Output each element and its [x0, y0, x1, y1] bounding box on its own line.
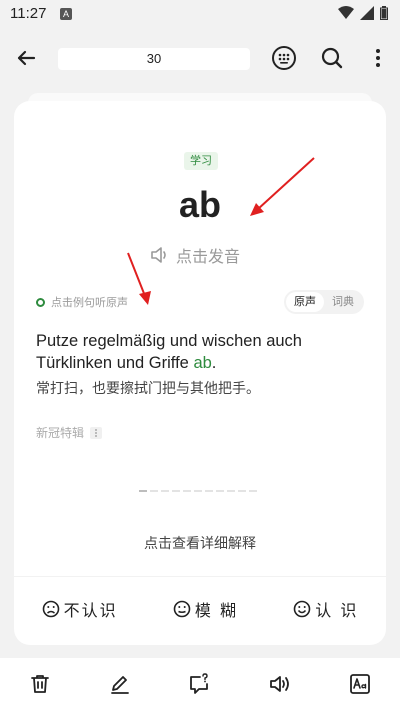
rating-bar: 不认识 模 糊 认 识 — [14, 588, 386, 630]
page-dot — [139, 490, 147, 492]
more-dots-icon — [90, 426, 103, 439]
signal-icon — [360, 6, 374, 20]
example-hint-label: 点击例句听原声 — [51, 296, 128, 309]
toolbar: 30 — [0, 36, 400, 80]
back-arrow-icon[interactable] — [12, 44, 40, 72]
headword: ab — [178, 184, 221, 225]
feedback-icon[interactable] — [187, 672, 211, 696]
green-dot-icon — [36, 297, 45, 307]
sentence-text: Putze regelmäßig und wischen auch Türkli… — [36, 332, 302, 372]
edit-icon[interactable] — [108, 672, 132, 696]
sentence-translation: 常打扫，也要擦拭门把与其他把手。 — [36, 381, 260, 397]
source-label: 新冠特辑 — [36, 426, 85, 440]
status-bar: 11:27 A — [0, 0, 400, 28]
smile-face-icon — [293, 600, 311, 618]
keypad-icon[interactable] — [270, 44, 298, 72]
rate-unknown-button[interactable]: 不认识 — [42, 597, 118, 621]
page-dot — [249, 490, 257, 492]
rate-vague-button[interactable]: 模 糊 — [173, 597, 238, 621]
divider — [14, 576, 386, 577]
rate-vague-label: 模 糊 — [194, 601, 238, 620]
rate-unknown-label: 不认识 — [63, 601, 118, 620]
example-sentence[interactable]: Putze regelmäßig und wischen auch Türkli… — [36, 330, 366, 374]
page-dot — [183, 490, 191, 492]
page-dot — [150, 490, 158, 492]
sentence-source[interactable]: 新冠特辑 — [36, 424, 103, 441]
search-icon[interactable] — [318, 44, 346, 72]
source-toggle: 原声 词典 — [284, 290, 364, 314]
page-dot — [161, 490, 169, 492]
neutral-face-icon — [173, 600, 191, 618]
font-size-icon[interactable] — [348, 672, 372, 696]
example-audio-hint[interactable]: 点击例句听原声 — [36, 294, 128, 310]
pronounce-button[interactable]: 点击发音 — [150, 243, 240, 267]
more-vertical-icon[interactable] — [364, 44, 392, 72]
status-icons — [338, 6, 388, 20]
page-dot — [172, 490, 180, 492]
pronounce-label: 点击发音 — [176, 247, 241, 266]
status-time: 11:27 — [10, 5, 47, 22]
sentence-end: . — [211, 354, 217, 372]
view-detail-button[interactable]: 点击查看详细解释 — [0, 533, 400, 553]
page-dot — [205, 490, 213, 492]
page-dot — [216, 490, 224, 492]
page-dots — [139, 490, 257, 492]
page-dot — [227, 490, 235, 492]
tab-dictionary[interactable]: 词典 — [324, 292, 362, 312]
page-dot — [238, 490, 246, 492]
page-indicator[interactable]: 30 — [58, 48, 250, 70]
volume-icon[interactable] — [268, 672, 292, 696]
study-tag: 学习 — [184, 152, 218, 170]
bottom-toolbar — [0, 658, 400, 710]
page-dot — [194, 490, 202, 492]
delete-icon[interactable] — [28, 672, 52, 696]
rate-known-label: 认 识 — [315, 601, 359, 620]
battery-icon — [380, 6, 388, 20]
sad-face-icon — [42, 600, 59, 618]
tab-original-audio[interactable]: 原声 — [286, 292, 324, 312]
wifi-icon — [338, 6, 354, 19]
app-notification-icon: A — [60, 8, 72, 20]
sentence-highlight: ab — [193, 354, 212, 372]
rate-known-button[interactable]: 认 识 — [293, 597, 358, 621]
speaker-icon — [151, 247, 166, 263]
